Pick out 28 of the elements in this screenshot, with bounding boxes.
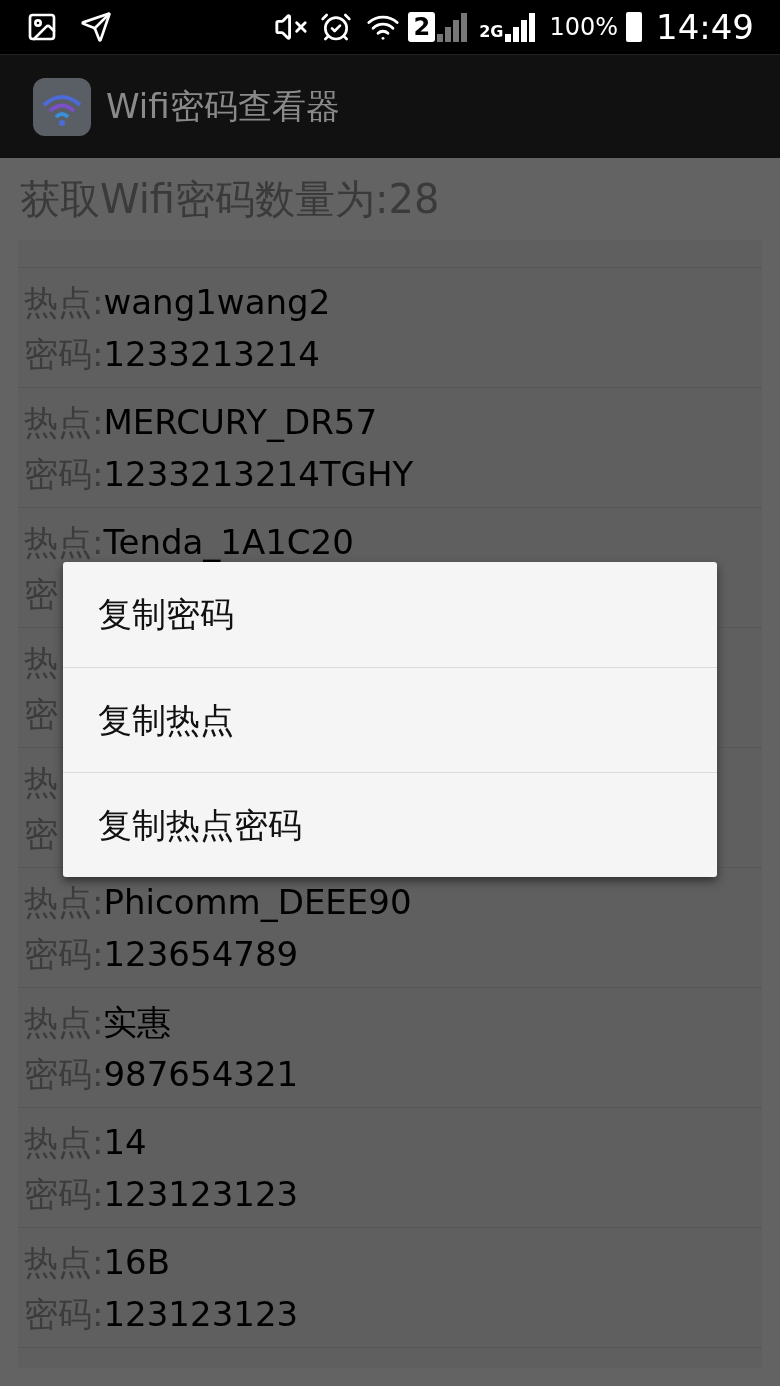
image-icon [26, 11, 58, 43]
password-value: 123123123 [103, 1293, 299, 1336]
password-value: 1233213214 [103, 333, 320, 376]
hotspot-name: wang1wang2 [103, 281, 331, 324]
battery-icon [626, 12, 642, 42]
menu-item[interactable]: 复制热点密码 [63, 772, 717, 877]
password-value: 987654321 [103, 1053, 299, 1096]
hotspot-name: Phicomm_DEEE90 [103, 881, 412, 924]
app-title: Wifi密码查看器 [106, 85, 340, 128]
hotspot-name: 16B [103, 1241, 171, 1284]
password-value: 123654789 [103, 933, 299, 976]
menu-item[interactable]: 复制密码 [63, 562, 717, 667]
alarm-icon [320, 11, 353, 43]
password-value: 123123123 [103, 1173, 299, 1216]
clock: 14:49 [656, 5, 754, 49]
wifi-app-icon [32, 76, 92, 137]
send-icon [80, 11, 112, 43]
battery-percent: 100% [549, 12, 618, 43]
menu-item[interactable]: 复制热点 [63, 667, 717, 772]
signal-icon [503, 12, 538, 42]
hotspot-name: 14 [103, 1121, 147, 1164]
hotspot-name: MERCURY_DR57 [103, 401, 378, 444]
hotspot-name: Tenda_1A1C20 [103, 521, 354, 564]
sim-badge: 2 [408, 12, 436, 42]
network-label: 2G [479, 21, 504, 43]
signal-icon [435, 12, 470, 42]
password-value: 1233213214TGHY [103, 453, 414, 496]
hotspot-name: 实惠 [103, 1001, 172, 1044]
